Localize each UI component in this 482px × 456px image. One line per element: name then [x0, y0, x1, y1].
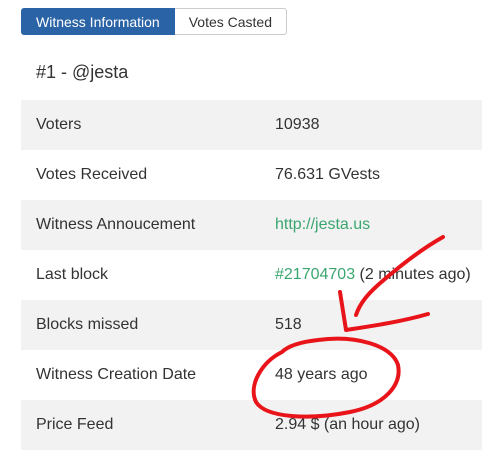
row-label: Blocks missed	[36, 316, 139, 333]
row-value: 518	[275, 316, 302, 333]
witness-announcement-link[interactable]: http://jesta.us	[275, 216, 370, 233]
row-value: http://jesta.us	[275, 216, 370, 234]
row-value: #21704703 (2 minutes ago)	[275, 266, 471, 284]
last-block-link[interactable]: #21704703	[275, 266, 355, 283]
row-label: Price Feed	[36, 416, 114, 433]
witness-title: #1 - @jesta	[36, 62, 129, 82]
tab-bar: Witness Information Votes Casted	[21, 8, 287, 35]
row-label: Witness Creation Date	[36, 366, 197, 383]
row-label: Votes Received	[36, 166, 148, 183]
row-label: Witness Annoucement	[36, 216, 196, 233]
table-row: Voters 10938	[21, 100, 482, 150]
table-row: Votes Received 76.631 GVests	[21, 150, 482, 200]
witness-info-table: Voters 10938 Votes Received 76.631 GVest…	[21, 100, 482, 450]
table-row: Witness Annoucement http://jesta.us	[21, 200, 482, 250]
tab-witness-information[interactable]: Witness Information	[21, 8, 175, 35]
row-value: 48 years ago	[275, 366, 368, 383]
table-row: Witness Creation Date 48 years ago	[21, 350, 482, 400]
table-row: Price Feed 2.94 $ (an hour ago)	[21, 400, 482, 450]
row-label: Last block	[36, 266, 109, 283]
row-value: 2.94 $ (an hour ago)	[275, 416, 420, 433]
tab-votes-casted[interactable]: Votes Casted	[174, 8, 287, 35]
row-label: Voters	[36, 116, 82, 133]
table-row: Last block #21704703 (2 minutes ago)	[21, 250, 482, 300]
row-value: 76.631 GVests	[275, 166, 380, 183]
table-row: Blocks missed 518	[21, 300, 482, 350]
row-value: 10938	[275, 116, 320, 133]
last-block-time: (2 minutes ago)	[355, 266, 471, 283]
